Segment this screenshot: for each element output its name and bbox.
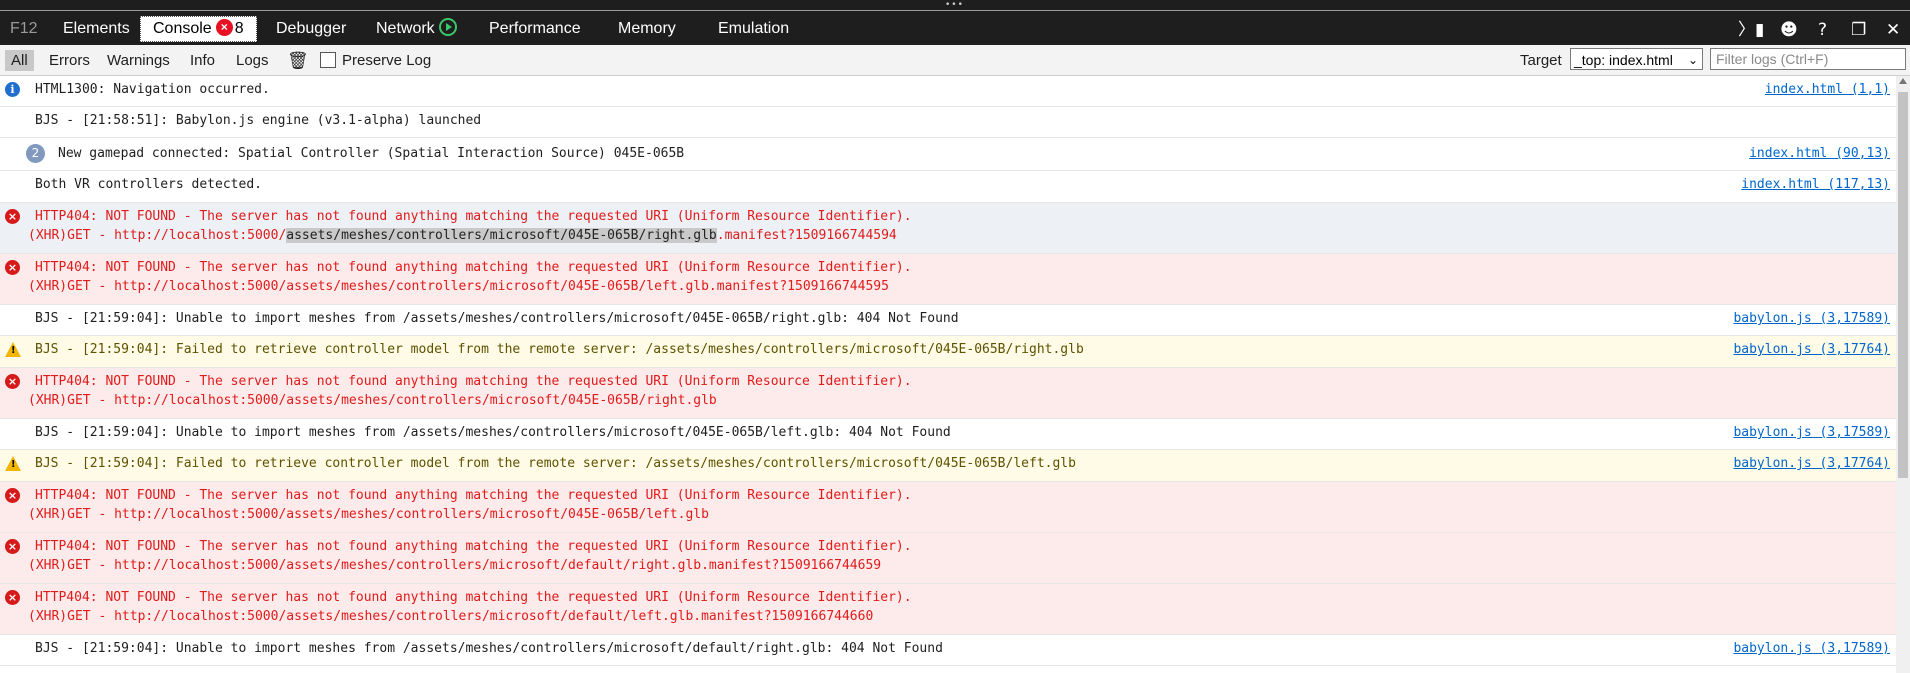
error-icon: × [5, 590, 20, 605]
grip-dots-icon: ••• [945, 0, 964, 10]
filter-all-button[interactable]: All [5, 50, 34, 71]
filter-logs-button[interactable]: Logs [236, 50, 269, 71]
console-message: BJS - [21:59:04]: Failed to retrieve con… [35, 342, 1084, 357]
tab-memory[interactable]: Memory [618, 17, 676, 41]
console-row: × HTTP404: NOT FOUND - The server has no… [0, 368, 1896, 419]
console-error-count: 8 [234, 20, 244, 37]
preserve-log-checkbox[interactable] [320, 52, 336, 68]
tab-performance[interactable]: Performance [489, 17, 581, 41]
console-message-detail: (XHR)GET - http://localhost:5000/assets/… [28, 279, 889, 294]
devtools-tabbar: F12 Elements Console × 8 Debugger Network … [0, 10, 1910, 45]
console-message: Both VR controllers detected. [35, 177, 262, 192]
console-message: HTTP404: NOT FOUND - The server has not … [35, 590, 912, 605]
filter-info-button[interactable]: Info [190, 50, 215, 71]
console-message: BJS - [21:59:04]: Unable to import meshe… [35, 425, 951, 440]
tab-console-label: Console [153, 20, 212, 37]
console-message-detail: (XHR)GET - http://localhost:5000/assets/… [28, 507, 709, 522]
error-icon: × [5, 488, 20, 503]
source-link[interactable]: babylon.js (3,17764) [1733, 342, 1890, 357]
source-link[interactable]: babylon.js (3,17764) [1733, 456, 1890, 471]
console-message-detail: (XHR)GET - http://localhost:5000/assets/… [28, 609, 874, 624]
console-message: HTTP404: NOT FOUND - The server has not … [35, 488, 912, 503]
console-row: Both VR controllers detected. index.html… [0, 171, 1896, 203]
source-link[interactable]: index.html (90,13) [1749, 146, 1890, 161]
close-icon[interactable]: ✕ [1886, 20, 1900, 40]
console-prompt-icon[interactable]: 〉▮ [1738, 20, 1764, 40]
feedback-icon[interactable]: ☻ [1780, 20, 1798, 40]
tab-elements[interactable]: Elements [63, 17, 130, 41]
tab-network[interactable]: Network [376, 17, 457, 41]
source-link[interactable]: babylon.js (3,17589) [1733, 311, 1890, 326]
console-row: BJS - [21:59:04]: Unable to import meshe… [0, 305, 1896, 336]
console-row: × HTTP404: NOT FOUND - The server has no… [0, 254, 1896, 305]
console-row: BJS - [21:59:04]: Unable to import meshe… [0, 419, 1896, 450]
error-icon: × [5, 539, 20, 554]
console-row: × HTTP404: NOT FOUND - The server has no… [0, 584, 1896, 635]
f12-label: F12 [10, 20, 38, 37]
console-filterbar: All Errors Warnings Info Logs 🗑 Preserve… [0, 45, 1910, 76]
source-link[interactable]: babylon.js (3,17589) [1733, 425, 1890, 440]
console-message: HTML1300: Navigation occurred. [35, 82, 270, 97]
source-link[interactable]: index.html (1,1) [1765, 82, 1890, 97]
console-log: i HTML1300: Navigation occurred. index.h… [0, 76, 1896, 673]
source-link[interactable]: babylon.js (3,17589) [1733, 641, 1890, 656]
selected-text: assets/meshes/controllers/microsoft/045E… [286, 228, 717, 243]
tab-console[interactable]: Console × 8 [140, 16, 257, 42]
tab-network-label: Network [376, 20, 435, 37]
console-message: HTTP404: NOT FOUND - The server has not … [35, 260, 912, 275]
console-row: ! BJS - [21:59:04]: Failed to retrieve c… [0, 450, 1896, 482]
error-icon: × [5, 260, 20, 275]
console-message: HTTP404: NOT FOUND - The server has not … [35, 209, 912, 224]
console-row: × HTTP404: NOT FOUND - The server has no… [0, 203, 1896, 254]
scroll-up-arrow-icon[interactable] [1899, 78, 1907, 84]
panel-resize-grip[interactable]: ••• [0, 0, 1910, 10]
console-message: BJS - [21:59:04]: Unable to import meshe… [35, 311, 959, 326]
url-suffix: .manifest?1509166744594 [716, 228, 897, 243]
warning-icon: ! [5, 456, 21, 471]
warning-icon: ! [5, 342, 21, 357]
target-select-value: _top: index.html [1574, 52, 1673, 68]
console-row: i HTML1300: Navigation occurred. index.h… [0, 76, 1896, 107]
console-row: × HTTP404: NOT FOUND - The server has no… [0, 482, 1896, 533]
console-scrollbar[interactable] [1896, 76, 1910, 673]
console-row: BJS - [21:58:51]: Babylon.js engine (v3.… [0, 107, 1896, 138]
filter-warnings-button[interactable]: Warnings [107, 50, 170, 71]
repeat-count-badge: 2 [26, 144, 45, 163]
preserve-log-label: Preserve Log [342, 52, 432, 69]
tab-emulation[interactable]: Emulation [718, 17, 789, 41]
scrollbar-thumb[interactable] [1898, 92, 1908, 478]
clear-console-trash-icon[interactable]: 🗑 [287, 50, 309, 71]
help-icon[interactable]: ? [1818, 20, 1827, 40]
console-message-detail: (XHR)GET - http://localhost:5000/assets/… [28, 228, 897, 243]
error-icon: × [5, 374, 20, 389]
console-message: HTTP404: NOT FOUND - The server has not … [35, 374, 912, 389]
console-message: BJS - [21:59:04]: Failed to retrieve con… [35, 456, 1076, 471]
console-row: 2 New gamepad connected: Spatial Control… [0, 138, 1896, 171]
console-message-detail: (XHR)GET - http://localhost:5000/assets/… [28, 393, 717, 408]
console-row: BJS - [21:59:04]: Unable to import meshe… [0, 635, 1896, 666]
undock-icon[interactable]: ❐ [1851, 20, 1866, 40]
console-row: × HTTP404: NOT FOUND - The server has no… [0, 533, 1896, 584]
console-row: ! BJS - [21:59:04]: Failed to retrieve c… [0, 336, 1896, 368]
console-message: HTTP404: NOT FOUND - The server has not … [35, 539, 912, 554]
console-message: BJS - [21:58:51]: Babylon.js engine (v3.… [35, 113, 482, 128]
chevron-down-icon: ⌄ [1687, 53, 1698, 67]
console-message: BJS - [21:59:04]: Unable to import meshe… [35, 641, 943, 656]
error-icon: × [5, 209, 20, 224]
console-message-detail: (XHR)GET - http://localhost:5000/assets/… [28, 558, 882, 573]
filter-errors-button[interactable]: Errors [49, 50, 90, 71]
record-play-icon[interactable] [438, 18, 457, 37]
console-message: New gamepad connected: Spatial Controlle… [58, 146, 685, 161]
target-label: Target [1520, 52, 1562, 69]
url-prefix: (XHR)GET - http://localhost:5000/ [28, 228, 287, 243]
filter-logs-input[interactable]: Filter logs (Ctrl+F) [1710, 48, 1906, 70]
error-x-icon: × [215, 19, 233, 37]
source-link[interactable]: index.html (117,13) [1741, 177, 1890, 192]
info-icon: i [5, 82, 20, 97]
tab-debugger[interactable]: Debugger [276, 17, 346, 41]
target-select[interactable]: _top: index.html ⌄ [1570, 48, 1703, 70]
